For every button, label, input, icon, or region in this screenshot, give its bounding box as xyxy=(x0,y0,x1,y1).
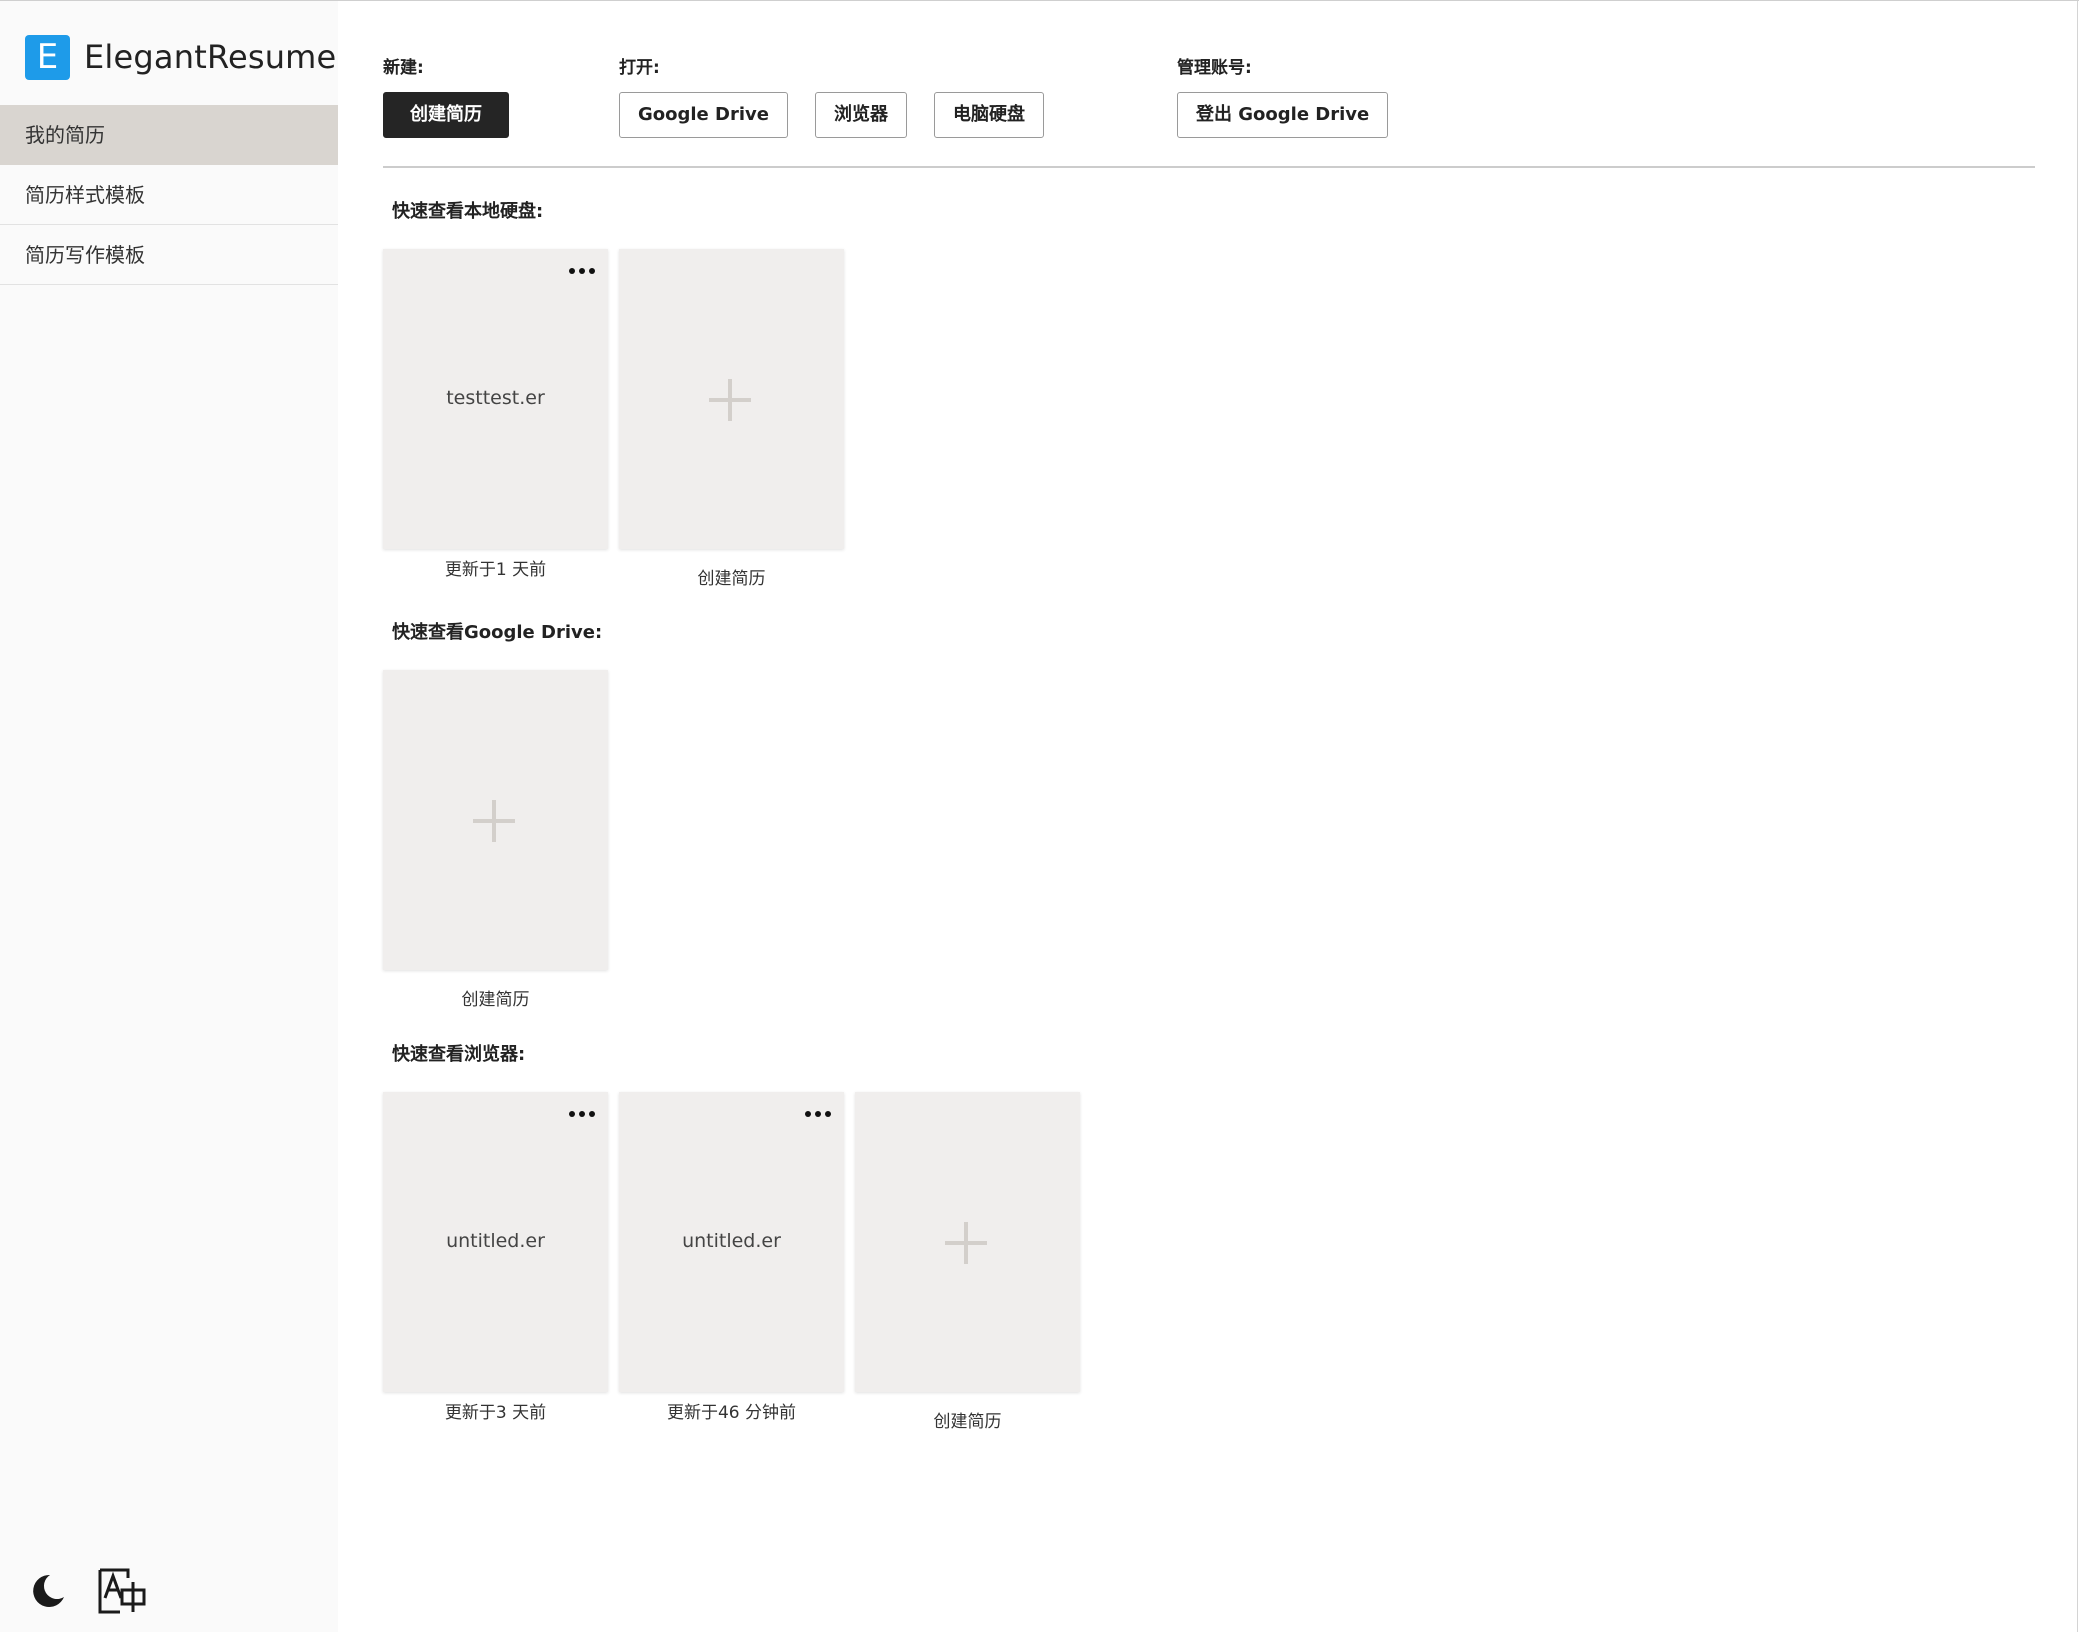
new-group: 新建: 创建简历 xyxy=(383,53,536,138)
file-updated: 更新于3 天前 xyxy=(444,1403,547,1423)
file-updated: 更新于46 分钟前 xyxy=(666,1403,797,1423)
file-name: untitled.er xyxy=(446,1230,545,1252)
new-resume-label: 创建简历 xyxy=(933,1412,1002,1432)
new-resume-label: 创建简历 xyxy=(697,569,766,589)
sidebar-item-style-templates[interactable]: 简历样式模板 xyxy=(0,165,338,225)
section-title-browser: 快速查看浏览器: xyxy=(392,1044,526,1065)
section-title-local: 快速查看本地硬盘: xyxy=(392,201,544,222)
sidebar-item-my-resumes[interactable]: 我的简历 xyxy=(0,105,338,165)
new-resume-card: 创建简历 xyxy=(383,670,608,1010)
translate-icon[interactable] xyxy=(98,1568,148,1614)
sidebar-bottom-icons xyxy=(28,1568,148,1614)
file-name: untitled.er xyxy=(682,1230,781,1252)
file-card: testtest.er 更新于1 天前 xyxy=(383,249,608,589)
account-group: 管理账号: 登出 Google Drive xyxy=(1177,53,1415,138)
file-card-thumbnail[interactable]: untitled.er xyxy=(383,1092,608,1392)
brand-name: ElegantResume xyxy=(84,38,337,76)
logo: E xyxy=(25,34,70,80)
open-local-disk-button[interactable]: 电脑硬盘 xyxy=(933,92,1044,138)
new-resume-thumbnail[interactable] xyxy=(855,1092,1080,1392)
more-options-icon[interactable] xyxy=(568,1108,596,1120)
local-card-row: testtest.er 更新于1 天前 创建简历 xyxy=(383,249,855,589)
file-card: untitled.er 更新于46 分钟前 xyxy=(619,1092,844,1432)
section-title-gdrive: 快速查看Google Drive: xyxy=(392,622,603,643)
more-options-icon[interactable] xyxy=(568,265,596,277)
open-google-drive-button[interactable]: Google Drive xyxy=(619,92,788,138)
more-options-icon[interactable] xyxy=(804,1108,832,1120)
new-resume-thumbnail[interactable] xyxy=(383,670,608,970)
account-label: 管理账号: xyxy=(1177,58,1252,78)
file-name: testtest.er xyxy=(446,387,545,409)
plus-icon xyxy=(945,1222,987,1264)
main-content: 新建: 创建简历 打开: Google Drive 浏览器 电脑硬盘 管理账号:… xyxy=(338,1,2079,1632)
plus-icon xyxy=(709,379,751,421)
file-card-thumbnail[interactable]: untitled.er xyxy=(619,1092,844,1392)
file-card-thumbnail[interactable]: testtest.er xyxy=(383,249,608,549)
brand[interactable]: E ElegantResume xyxy=(25,34,336,80)
sidebar-nav: 我的简历 简历样式模板 简历写作模板 xyxy=(0,105,338,285)
open-label: 打开: xyxy=(619,58,660,78)
new-resume-thumbnail[interactable] xyxy=(619,249,844,549)
plus-icon xyxy=(473,800,515,842)
file-card: untitled.er 更新于3 天前 xyxy=(383,1092,608,1432)
logout-google-drive-button[interactable]: 登出 Google Drive xyxy=(1177,92,1389,138)
file-updated: 更新于1 天前 xyxy=(444,560,547,580)
toolbar: 新建: 创建简历 打开: Google Drive 浏览器 电脑硬盘 管理账号:… xyxy=(383,53,2033,167)
create-resume-button[interactable]: 创建简历 xyxy=(383,92,509,138)
gdrive-card-row: 创建简历 xyxy=(383,670,619,1010)
new-resume-card: 创建简历 xyxy=(619,249,844,589)
moon-icon[interactable] xyxy=(28,1571,68,1611)
app-window: E ElegantResume 我的简历 简历样式模板 简历写作模板 新建: 创… xyxy=(0,0,2079,1632)
new-resume-card: 创建简历 xyxy=(855,1092,1080,1432)
toolbar-divider xyxy=(383,166,2035,168)
window-edge xyxy=(2077,1,2078,1632)
open-browser-button[interactable]: 浏览器 xyxy=(814,92,907,138)
sidebar-item-writing-templates[interactable]: 简历写作模板 xyxy=(0,225,338,285)
new-label: 新建: xyxy=(383,58,424,78)
browser-card-row: untitled.er 更新于3 天前 untitled.er 更新于46 分钟… xyxy=(383,1092,1091,1432)
new-resume-label: 创建简历 xyxy=(461,990,530,1010)
sidebar: E ElegantResume 我的简历 简历样式模板 简历写作模板 xyxy=(0,1,338,1632)
open-group: 打开: Google Drive 浏览器 电脑硬盘 xyxy=(619,53,1071,138)
